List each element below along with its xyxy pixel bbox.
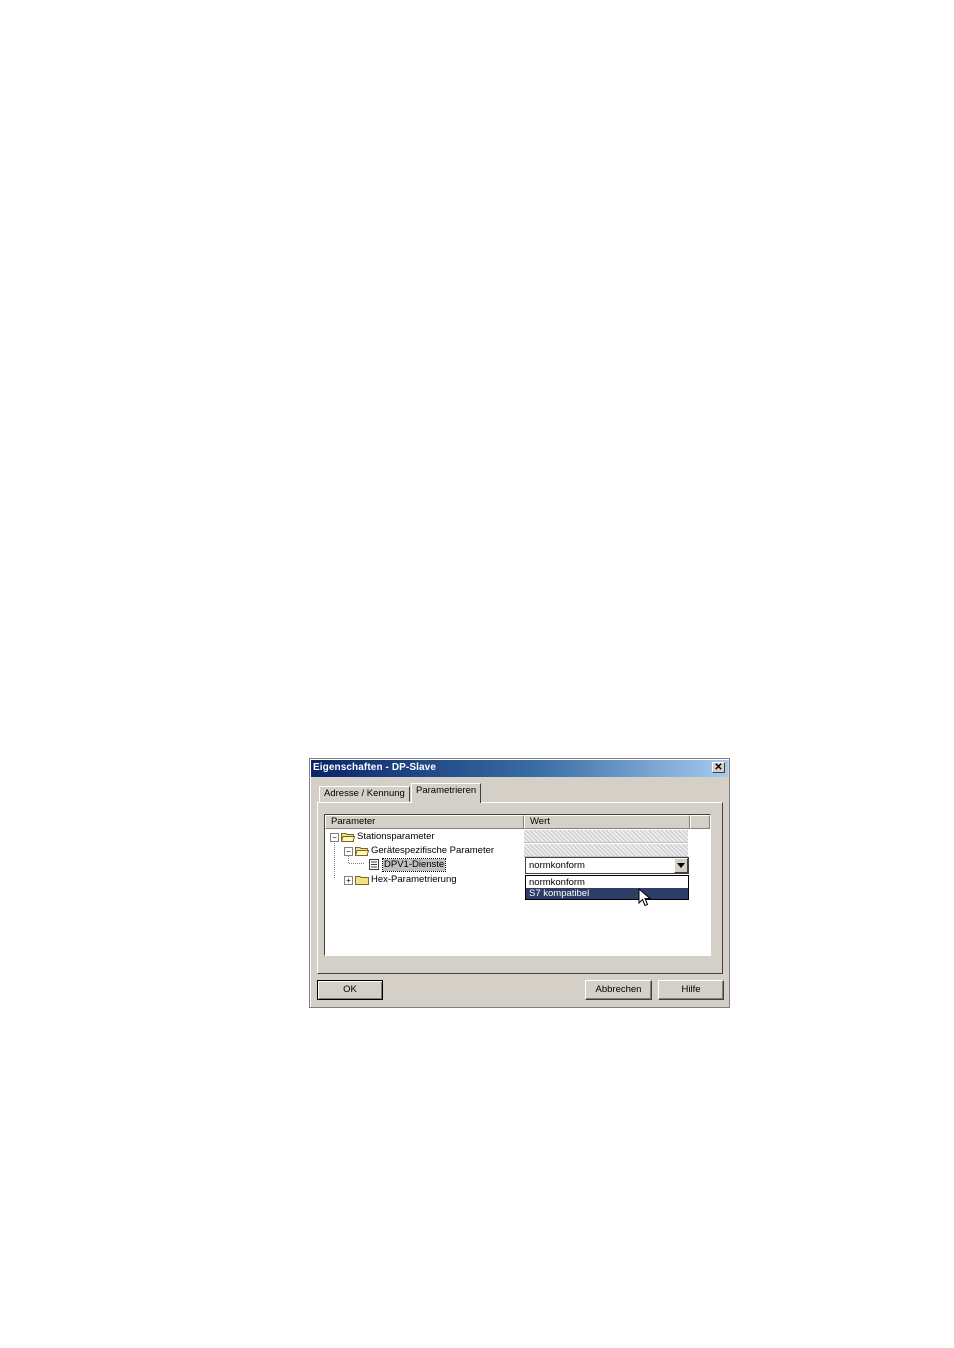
close-button[interactable]: ✕ [712,762,725,773]
tree-item-geraetespezifische-parameter[interactable]: Gerätespezifische Parameter [371,845,494,857]
combobox-value: normkonform [529,860,585,871]
folder-open-icon [355,847,369,856]
collapse-toggle[interactable]: − [330,833,339,842]
value-cell-empty [524,844,688,857]
window-title: Eigenschaften - DP-Slave [313,762,436,773]
column-header-filler [690,815,710,829]
tab-parametrieren[interactable]: Parametrieren [411,783,481,803]
close-icon: ✕ [714,762,723,773]
mouse-pointer-icon [638,888,652,907]
ok-button[interactable]: OK [317,980,383,1000]
parameter-tree-table[interactable]: Parameter Wert − Stationsparameter − Ger… [324,814,711,956]
cancel-button[interactable]: Abbrechen [585,980,652,1000]
collapse-toggle[interactable]: − [344,847,353,856]
tree-item-stationsparameter[interactable]: Stationsparameter [357,831,435,843]
tree-item-dpv1-dienste[interactable]: DPV1-Dienste [381,858,447,872]
wert-combobox[interactable]: normkonform [525,857,689,874]
folder-open-icon [341,833,355,842]
dropdown-option-s7-kompatibel[interactable]: S7 kompatibel [526,888,688,899]
document-icon [369,859,379,870]
column-header-wert[interactable]: Wert [524,815,690,829]
dropdown-list: normkonform S7 kompatibel [525,875,689,900]
title-bar[interactable]: Eigenschaften - DP-Slave ✕ [311,760,728,777]
value-cell-empty [524,830,688,843]
help-button[interactable]: Hilfe [658,980,724,1000]
dropdown-option-normkonform[interactable]: normkonform [526,877,688,888]
chevron-down-icon [677,863,685,868]
expand-toggle[interactable]: + [344,876,353,885]
properties-dialog: Eigenschaften - DP-Slave ✕ Adresse / Ken… [309,758,730,1008]
tab-adresse-kennung[interactable]: Adresse / Kennung [319,786,410,802]
column-header-parameter[interactable]: Parameter [325,815,524,829]
folder-icon [355,876,369,885]
tree-item-hex-parametrierung[interactable]: Hex-Parametrierung [371,874,457,886]
dropdown-arrow-button[interactable] [674,858,688,873]
tree-line [349,863,364,864]
